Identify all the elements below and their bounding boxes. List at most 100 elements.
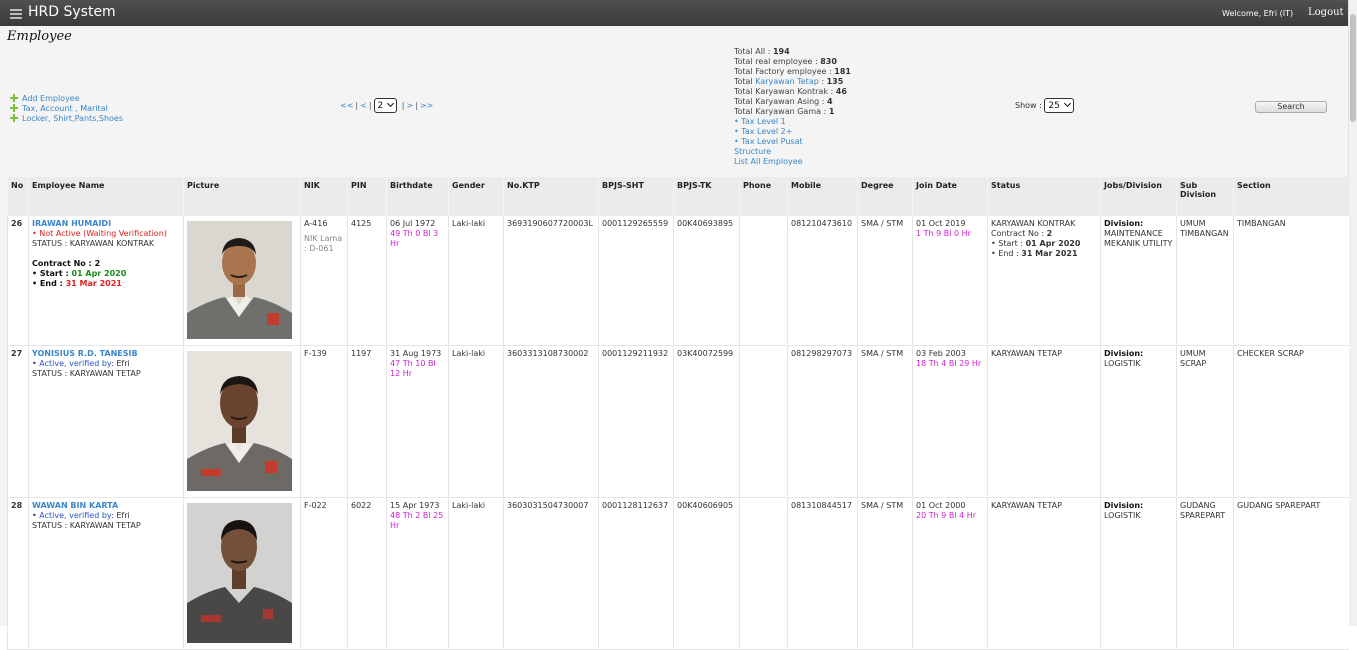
- nik-cell: F-022: [300, 497, 348, 650]
- last-page-link[interactable]: >>: [420, 101, 433, 110]
- chevron-down-icon: [1063, 99, 1071, 108]
- nik-cell: A-416 NIK Lama : D-061: [300, 216, 348, 346]
- employee-name-link[interactable]: IRAWAN HUMAIDI: [32, 219, 180, 229]
- col-no: No: [7, 177, 29, 216]
- col-picture: Picture: [183, 177, 301, 216]
- col-bpjs-sht: BPJS-SHT: [598, 177, 674, 216]
- col-ktp: No.KTP: [503, 177, 599, 216]
- next-page-link[interactable]: >: [407, 101, 414, 110]
- action-links: Add Employee Tax, Account , Marital Lock…: [10, 93, 123, 123]
- division-cell: Division: LOGISTIK: [1100, 497, 1177, 650]
- col-jobs-division: Jobs/Division: [1100, 177, 1177, 216]
- table-row: 26 IRAWAN HUMAIDI Not Active (Waiting Ve…: [7, 216, 1349, 346]
- page-select[interactable]: 2: [373, 98, 398, 113]
- degree-cell: SMA / STM: [857, 345, 913, 498]
- tax-level-2-link[interactable]: • Tax Level 2+: [734, 127, 851, 137]
- row-no: 27: [7, 345, 29, 498]
- join-date-cell: 03 Feb 2003 18 Th 4 Bl 29 Hr: [912, 345, 988, 498]
- age: 49 Th 0 Bl 3 Hr: [390, 229, 439, 248]
- table-header-row: No Employee Name Picture NIK PIN Birthda…: [7, 177, 1349, 216]
- col-mobile: Mobile: [787, 177, 858, 216]
- search-button[interactable]: Search: [1255, 101, 1327, 113]
- employee-name-link[interactable]: YONISIUS R.D. TANESIB: [32, 349, 180, 359]
- chevron-down-icon: [387, 99, 395, 108]
- stat-asing: Total Karyawan Asing : 4: [734, 97, 833, 106]
- locker-shirt-link[interactable]: Locker, Shirt,Pants,Shoes: [10, 113, 123, 123]
- employee-photo[interactable]: [187, 503, 292, 643]
- col-gender: Gender: [448, 177, 504, 216]
- employee-table: No Employee Name Picture NIK PIN Birthda…: [7, 177, 1349, 650]
- stat-total-all: Total All : 194: [734, 47, 790, 56]
- col-join-date: Join Date: [912, 177, 988, 216]
- row-no: 28: [7, 497, 29, 650]
- scrollbar-thumb[interactable]: [1350, 14, 1356, 122]
- table-row: 27 YONISIUS R.D. TANESIB Active, verifie…: [7, 345, 1349, 498]
- tenure: 18 Th 4 Bl 29 Hr: [916, 359, 982, 368]
- employee-photo[interactable]: [187, 221, 292, 339]
- structure-link[interactable]: Structure: [734, 147, 851, 157]
- tenure: 1 Th 9 Bl 0 Hr: [916, 229, 971, 238]
- mobile-cell: 081310844517: [787, 497, 858, 650]
- pagination: << | < | 2 | > | >>: [340, 98, 433, 113]
- mobile-cell: 081210473610: [787, 216, 858, 346]
- sub-division-cell: UMUM SCRAP: [1176, 345, 1234, 498]
- list-all-employee-link[interactable]: List All Employee: [734, 157, 851, 167]
- plus-icon: [10, 104, 18, 112]
- status-end: End : 31 Mar 2021: [991, 249, 1097, 259]
- division-cell: Division: LOGISTIK: [1100, 345, 1177, 498]
- prev-page-link[interactable]: <: [360, 101, 367, 110]
- add-employee-link[interactable]: Add Employee: [10, 93, 123, 103]
- status-line: STATUS : KARYAWAN TETAP: [32, 369, 141, 378]
- status-cell: KARYAWAN KONTRAK Contract No : 2 Start :…: [987, 216, 1101, 346]
- employee-name-cell: WAWAN BIN KARTA Active, verified by: Efr…: [28, 497, 184, 650]
- page-title: Employee: [7, 29, 72, 44]
- logout-link[interactable]: Logout: [1308, 7, 1344, 18]
- plus-icon: [10, 94, 18, 102]
- employee-name-link[interactable]: WAWAN BIN KARTA: [32, 501, 180, 511]
- col-birthdate: Birthdate: [386, 177, 449, 216]
- bpjs-tk-cell: 03K40072599: [673, 345, 740, 498]
- row-no: 26: [7, 216, 29, 346]
- section-cell: CHECKER SCRAP: [1233, 345, 1349, 498]
- bpjs-sht-cell: 0001129265559: [598, 216, 674, 346]
- tax-level-pusat-link[interactable]: • Tax Level Pusat: [734, 137, 851, 147]
- pin-cell: 1197: [347, 345, 387, 498]
- verification-status: Active, verified by: Efri: [32, 511, 180, 521]
- col-pin: PIN: [347, 177, 387, 216]
- menu-icon[interactable]: [10, 9, 22, 19]
- stat-tetap: Total Karyawan Tetap : 135: [734, 77, 844, 86]
- degree-cell: SMA / STM: [857, 497, 913, 650]
- gender-cell: Laki-laki: [448, 216, 504, 346]
- phone-cell: [739, 345, 788, 498]
- phone-cell: [739, 216, 788, 346]
- first-page-link[interactable]: <<: [340, 101, 353, 110]
- sub-division-cell: GUDANG SPAREPART: [1176, 497, 1234, 650]
- employee-name-cell: IRAWAN HUMAIDI Not Active (Waiting Verif…: [28, 216, 184, 346]
- vertical-scrollbar[interactable]: [1348, 0, 1357, 626]
- employee-photo[interactable]: [187, 351, 292, 491]
- verification-status: Active, verified by: Efri: [32, 359, 180, 369]
- pin-cell: 4125: [347, 216, 387, 346]
- section-cell: TIMBANGAN: [1233, 216, 1349, 346]
- division-cell: Division: MAINTENANCE MEKANIK UTILITY: [1100, 216, 1177, 346]
- col-status: Status: [987, 177, 1101, 216]
- employee-stats: Total All : 194 Total real employee : 83…: [734, 47, 851, 167]
- tax-account-marital-link[interactable]: Tax, Account , Marital: [10, 103, 123, 113]
- ktp-cell: 3693190607720003L: [503, 216, 599, 346]
- status-line: STATUS : KARYAWAN TETAP: [32, 521, 141, 530]
- status-start: Start : 01 Apr 2020: [991, 239, 1097, 249]
- col-section: Section: [1233, 177, 1349, 216]
- picture-cell: [183, 497, 301, 650]
- bpjs-tk-cell: 00K40693895: [673, 216, 740, 346]
- ktp-cell: 3603313108730002: [503, 345, 599, 498]
- phone-cell: [739, 497, 788, 650]
- nik-old: NIK Lama : D-061: [304, 234, 343, 253]
- karyawan-tetap-link[interactable]: Karyawan Tetap: [755, 77, 819, 86]
- birthdate-cell: 06 Jul 1972 49 Th 0 Bl 3 Hr: [386, 216, 449, 346]
- show-select[interactable]: 25: [1044, 98, 1074, 113]
- tax-level-1-link[interactable]: • Tax Level 1: [734, 117, 851, 127]
- col-phone: Phone: [739, 177, 788, 216]
- col-nik: NIK: [300, 177, 348, 216]
- status-cell: KARYAWAN TETAP: [987, 345, 1101, 498]
- stat-factory: Total Factory employee : 181: [734, 67, 851, 76]
